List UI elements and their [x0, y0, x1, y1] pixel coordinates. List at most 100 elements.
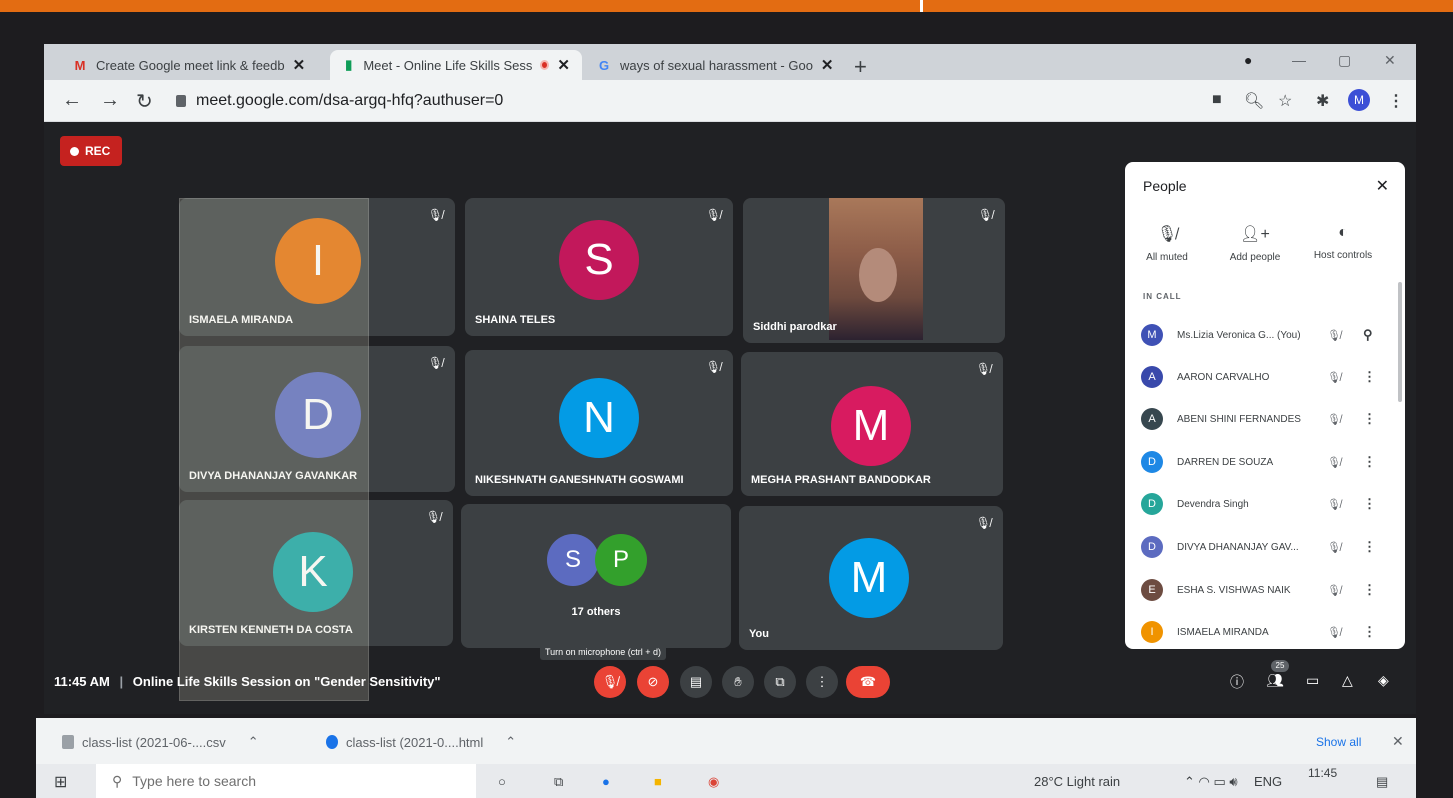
activities-icon[interactable]: △: [1342, 672, 1353, 689]
participant-row[interactable]: D DIVYA DHANANJAY GAV... 🎙︎̸ ⋮: [1141, 532, 1396, 562]
raise-hand-button[interactable]: ✋︎: [722, 666, 754, 698]
meeting-controls-bar: Turn on microphone (ctrl + d) 11:45 AM |…: [44, 644, 1416, 714]
notifications-icon[interactable]: ▤: [1376, 774, 1388, 790]
participant-tile[interactable]: 🎙︎̸ M MEGHA PRASHANT BANDODKAR: [741, 352, 1003, 496]
profile-avatar[interactable]: M: [1348, 89, 1370, 111]
new-tab-button[interactable]: +: [854, 54, 867, 80]
participant-row[interactable]: D DARREN DE SOUZA 🎙︎̸ ⋮: [1141, 447, 1396, 477]
mute-all-action[interactable]: 🎙︎̸ All muted: [1127, 224, 1207, 263]
close-icon[interactable]: ✕: [1392, 733, 1404, 750]
action-label: Host controls: [1313, 250, 1373, 261]
scrollbar[interactable]: [1398, 282, 1402, 402]
people-panel: People ✕ 🎙︎̸ All muted 👤︎+ Add people ◐ …: [1125, 162, 1405, 649]
language-indicator[interactable]: ENG: [1254, 774, 1282, 789]
reload-icon[interactable]: ↻: [136, 89, 153, 114]
edge-icon[interactable]: ●: [602, 774, 610, 789]
download-filename: class-list (2021-0....html: [346, 734, 484, 750]
zoom-icon[interactable]: 🔍︎: [1244, 91, 1264, 111]
avatar: D: [1141, 536, 1163, 558]
profile-menu-icon[interactable]: ●: [1244, 52, 1252, 68]
safety-icon[interactable]: ◈: [1378, 672, 1389, 689]
participant-name: Ms.Lizia Veronica G... (You): [1177, 329, 1301, 341]
more-options-icon[interactable]: ⋮: [1363, 624, 1376, 640]
pin-icon[interactable]: ⚲: [1363, 327, 1373, 343]
tab-google-search[interactable]: G ways of sexual harassment - Goo ✕: [584, 50, 846, 80]
chat-icon[interactable]: ▭: [1306, 672, 1319, 689]
avatar: S: [547, 534, 599, 586]
video-feed: [829, 198, 923, 340]
extensions-icon[interactable]: ✱: [1316, 91, 1329, 111]
taskbar-search[interactable]: ⚲ Type here to search: [96, 764, 476, 798]
camera-icon[interactable]: ■: [1212, 91, 1222, 109]
participant-row[interactable]: M Ms.Lizia Veronica G... (You) 🎙︎̸ ⚲: [1141, 320, 1396, 350]
captions-button[interactable]: ▤: [680, 666, 712, 698]
host-controls-action[interactable]: ◐ Host controls: [1303, 224, 1383, 261]
more-options-icon[interactable]: ⋮: [1363, 496, 1376, 512]
leave-call-button[interactable]: ☎: [846, 666, 890, 698]
mic-off-icon: 🎙︎̸: [1327, 626, 1341, 639]
rec-label: REC: [85, 144, 111, 158]
url-field[interactable]: meet.google.com/dsa-argq-hfq?authuser=0: [176, 86, 1176, 116]
close-icon[interactable]: ✕: [557, 56, 570, 74]
people-icon[interactable]: 👥︎: [1266, 672, 1284, 689]
maximize-icon[interactable]: ▢: [1338, 52, 1351, 69]
more-options-icon[interactable]: ⋮: [1363, 411, 1376, 427]
avatar: M: [1141, 324, 1163, 346]
download-item[interactable]: class-list (2021-0....html ⌃: [326, 734, 516, 750]
chevron-up-icon[interactable]: ⌃: [248, 734, 259, 750]
present-button[interactable]: ⧉: [764, 666, 796, 698]
top-bar: [0, 0, 1453, 12]
tray-icons[interactable]: ⌃ ◠ ▭ 🔊︎: [1184, 774, 1238, 790]
participant-row[interactable]: A AARON CARVALHO 🎙︎̸ ⋮: [1141, 362, 1396, 392]
add-people-action[interactable]: 👤︎+ Add people: [1215, 224, 1295, 263]
video-face: [859, 248, 897, 302]
close-icon[interactable]: ✕: [1376, 176, 1389, 196]
others-tile[interactable]: S P 17 others: [461, 504, 731, 648]
star-icon[interactable]: ☆: [1278, 91, 1292, 111]
file-explorer-icon[interactable]: ■: [654, 774, 662, 789]
participant-row[interactable]: E ESHA S. VISHWAS NAIK 🎙︎̸ ⋮: [1141, 575, 1396, 605]
close-window-icon[interactable]: ✕: [1384, 52, 1396, 69]
back-icon[interactable]: ←: [62, 89, 82, 112]
chevron-up-icon[interactable]: ⌃: [505, 734, 516, 750]
mic-off-icon: 🎙︎̸: [977, 208, 993, 222]
more-options-button[interactable]: ⋮: [806, 666, 838, 698]
participant-tile[interactable]: 🎙︎̸ S SHAINA TELES: [465, 198, 733, 336]
more-options-icon[interactable]: ⋮: [1363, 582, 1376, 598]
minimize-icon[interactable]: —: [1292, 52, 1306, 68]
more-options-icon[interactable]: ⋮: [1363, 539, 1376, 555]
chrome-icon[interactable]: ◉: [708, 774, 719, 790]
toggle-icon: ◐: [1338, 224, 1348, 241]
more-options-icon[interactable]: ⋮: [1363, 369, 1376, 385]
meeting-title: Online Life Skills Session on "Gender Se…: [132, 674, 441, 689]
info-icon[interactable]: ⓘ: [1230, 672, 1244, 692]
camera-toggle-button[interactable]: ⊘: [637, 666, 669, 698]
participant-tile[interactable]: 🎙︎̸ N NIKESHNATH GANESHNATH GOSWAMI: [465, 350, 733, 496]
self-tile[interactable]: 🎙︎̸ M You: [739, 506, 1003, 650]
participant-tile-video[interactable]: 🎙︎̸ Siddhi parodkar: [743, 198, 1005, 343]
participant-name: DIVYA DHANANJAY GAV...: [1177, 541, 1299, 553]
avatar: M: [831, 386, 911, 466]
mic-toggle-button[interactable]: 🎙︎̸: [594, 666, 626, 698]
cortana-icon[interactable]: ○: [498, 774, 506, 789]
tab-gmail[interactable]: M Create Google meet link & feedb ✕: [60, 50, 328, 80]
show-all-link[interactable]: Show all: [1316, 735, 1361, 749]
more-options-icon[interactable]: ⋮: [1363, 454, 1376, 470]
close-icon[interactable]: ✕: [293, 56, 306, 74]
close-icon[interactable]: ✕: [821, 56, 834, 74]
hang-up-icon: ☎: [859, 674, 877, 689]
mic-off-icon: 🎙︎̸: [1327, 329, 1341, 342]
download-item[interactable]: class-list (2021-06-....csv ⌃: [62, 734, 259, 750]
windows-start-icon[interactable]: ⊞: [54, 772, 67, 792]
more-menu-icon[interactable]: ⋮: [1388, 91, 1404, 111]
weather-text[interactable]: 28°C Light rain: [1034, 774, 1120, 789]
mic-off-icon: 🎙︎̸: [1156, 226, 1178, 243]
tab-meet[interactable]: ▮ Meet - Online Life Skills Sess ✕: [330, 50, 582, 80]
participant-row[interactable]: I ISMAELA MIRANDA 🎙︎̸ ⋮: [1141, 617, 1396, 647]
clock[interactable]: 11:45: [1308, 766, 1337, 780]
divider: |: [119, 674, 124, 689]
forward-icon[interactable]: →: [100, 89, 120, 112]
participant-row[interactable]: D Devendra Singh 🎙︎̸ ⋮: [1141, 489, 1396, 519]
participant-row[interactable]: A ABENI SHINI FERNANDES 🎙︎̸ ⋮: [1141, 404, 1396, 434]
task-view-icon[interactable]: ⧉: [554, 774, 563, 790]
